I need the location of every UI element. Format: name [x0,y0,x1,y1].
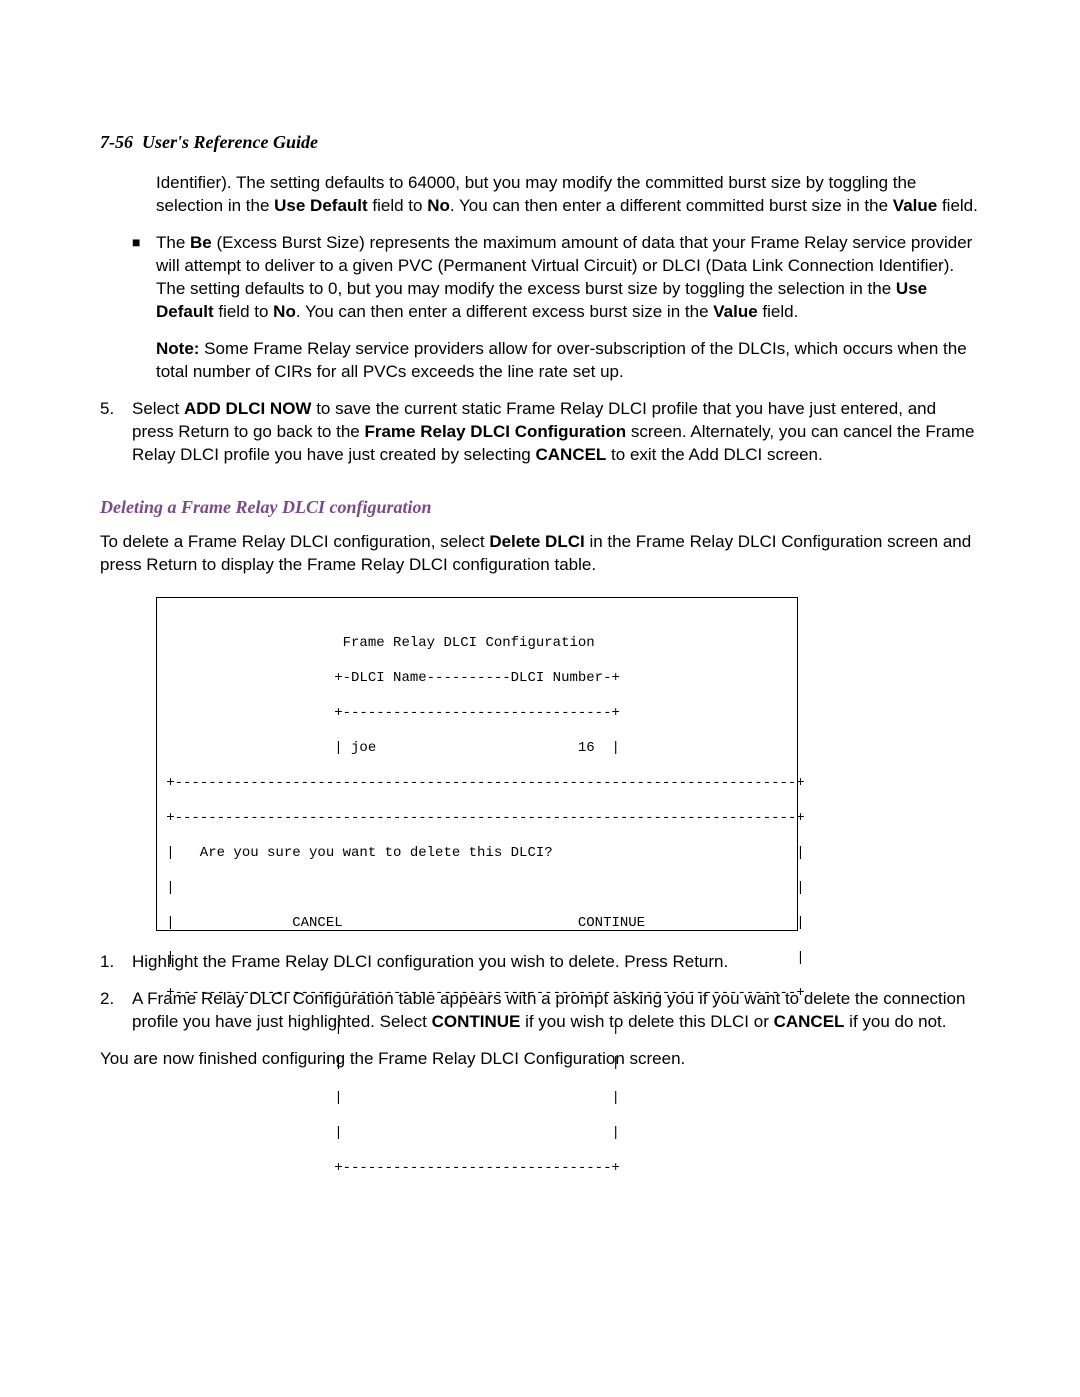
step-5: 5. Select ADD DLCI NOW to save the curre… [100,398,980,467]
note-paragraph: Note: Some Frame Relay service providers… [156,338,980,384]
bullet-be: ■ The Be (Excess Burst Size) represents … [132,232,980,324]
bold-term: No [273,302,296,321]
page-number: 7-56 [100,132,133,152]
terminal-mid-line: | | [141,1090,805,1108]
note-label: Note: [156,339,199,358]
bold-term: Value [713,302,757,321]
step-number: 1. [100,951,132,974]
text-run: field to [214,302,274,321]
text-run: Some Frame Relay service providers allow… [156,339,967,381]
text-run: to exit the Add DLCI screen. [606,445,822,464]
terminal-header-line: +-DLCI Name----------DLCI Number-+ [141,670,805,688]
terminal-dash-line: +---------------------------------------… [141,985,805,1003]
terminal-mid-line: | | [141,1020,805,1038]
terminal-title-line: Frame Relay DLCI Configuration [141,635,805,653]
terminal-sep-line: +--------------------------------+ [141,1160,805,1178]
terminal-button-line: | CANCEL CONTINUE | [141,915,805,933]
page-header: 7-56 User's Reference Guide [100,130,980,154]
terminal-row: | joe 16 | [141,740,805,758]
step-number: 2. [100,988,132,1034]
delete-intro-paragraph: To delete a Frame Relay DLCI configurati… [100,531,980,577]
text-run: . You can then enter a different committ… [450,196,893,215]
section-subheading: Deleting a Frame Relay DLCI configuratio… [100,495,980,519]
terminal-sep-line: +--------------------------------+ [141,705,805,723]
text-run: The [156,233,190,252]
bold-term: CANCEL [535,445,606,464]
terminal-dash-line: +---------------------------------------… [141,775,805,793]
text-run: To delete a Frame Relay DLCI configurati… [100,532,489,551]
text-run: field to [368,196,428,215]
step-number: 5. [100,398,132,467]
bold-term: Frame Relay DLCI Configuration [364,422,626,441]
bold-term: Delete DLCI [489,532,584,551]
terminal-blank: | | [141,880,805,898]
terminal-blank: | | [141,950,805,968]
identifier-continuation-paragraph: Identifier). The setting defaults to 640… [156,172,980,218]
terminal-mid-line: | | [141,1125,805,1143]
bold-term: Be [190,233,212,252]
text-run: field. [937,196,978,215]
text-run: . You can then enter a different excess … [296,302,713,321]
square-bullet-icon: ■ [132,232,156,324]
bold-term: Value [893,196,937,215]
text-run: (Excess Burst Size) represents the maxim… [156,233,972,298]
text-run: field. [758,302,799,321]
text-run: if you do not. [844,1012,946,1031]
terminal-question: | Are you sure you want to delete this D… [141,845,805,863]
terminal-dash-line: +---------------------------------------… [141,810,805,828]
terminal-mid-line: | | [141,1055,805,1073]
terminal-screenshot: Frame Relay DLCI Configuration +-DLCI Na… [156,597,798,931]
guide-title: User's Reference Guide [142,132,318,152]
bold-term: No [427,196,450,215]
bold-term: ADD DLCI NOW [184,399,311,418]
bold-term: Use Default [274,196,368,215]
text-run: Select [132,399,184,418]
